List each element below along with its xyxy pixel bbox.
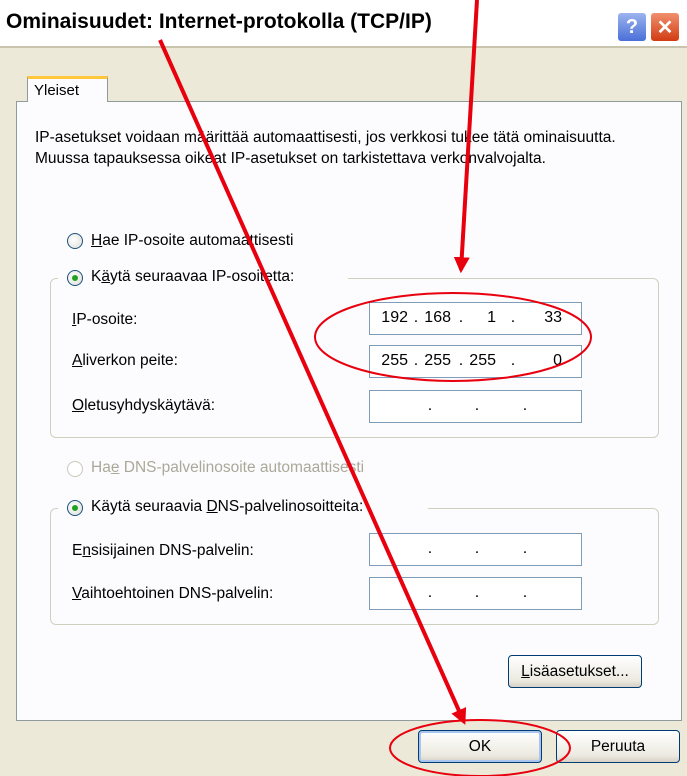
radio-dns-auto[interactable]	[67, 461, 83, 477]
dot-separator: .	[510, 309, 516, 326]
alternate-dns-input[interactable]: . . .	[369, 577, 582, 610]
label-text: ytä seuraavaa IP-osoitetta:	[109, 268, 295, 285]
default-gateway-label: Oletusyhdyskäytävä:	[72, 397, 215, 415]
octet[interactable]: 255	[466, 352, 496, 370]
label-text: E	[72, 542, 83, 559]
ok-button[interactable]: OK	[418, 730, 542, 763]
octet[interactable]: 33	[532, 309, 562, 327]
alternate-dns-label: Vaihtoehtoinen DNS-palvelin:	[72, 585, 273, 603]
accel-key: H	[91, 232, 103, 249]
dot-separator: .	[474, 584, 480, 601]
accel-key: ä	[101, 268, 110, 285]
dot-separator: .	[474, 540, 480, 557]
dot-separator: .	[510, 352, 516, 369]
radio-ip-auto[interactable]	[67, 233, 83, 249]
octet[interactable]: 168	[421, 309, 451, 327]
tab-general-label: Yleiset	[34, 82, 80, 99]
preferred-dns-label: Ensisijainen DNS-palvelin:	[72, 542, 254, 560]
advanced-button[interactable]: Lisäasetukset...	[508, 655, 642, 688]
label-text: aihtoehtoinen DNS-palvelin:	[81, 585, 274, 602]
accel-key: A	[72, 352, 83, 369]
accel-key: O	[72, 397, 85, 414]
dot-separator: .	[522, 540, 528, 557]
radio-dns-auto-label: Hae DNS-palvelinosoite automaattisesti	[91, 459, 364, 477]
label-text: letusyhdyskäytävä:	[84, 397, 216, 414]
description-text: IP-asetukset voidaan määrittää automaatt…	[35, 129, 616, 167]
radio-dns-manual-label[interactable]: Käytä seuraavia DNS-palvelinosoitteita:	[91, 498, 363, 516]
tcpip-properties-dialog: Ominaisuudet: Internet-protokolla (TCP/I…	[0, 0, 687, 776]
help-button[interactable]: ?	[617, 12, 647, 42]
button-label: Peruuta	[590, 737, 646, 755]
dot-separator: .	[413, 352, 419, 369]
label-text: P-osoite:	[76, 311, 138, 328]
dot-separator: .	[427, 397, 433, 414]
window-title: Ominaisuudet: Internet-protokolla (TCP/I…	[6, 10, 432, 33]
radio-ip-auto-label[interactable]: Hae IP-osoite automaattisesti	[91, 232, 293, 250]
label-text: liverkon peite:	[82, 352, 178, 369]
accel-key: n	[82, 542, 91, 559]
accel-key: D	[206, 498, 218, 515]
close-icon: ✕	[656, 16, 674, 39]
label-text: NS-palvelinosoitteita:	[217, 498, 364, 515]
dot-separator: .	[522, 584, 528, 601]
octet[interactable]: 255	[378, 352, 408, 370]
subnet-mask-label: Aliverkon peite:	[72, 352, 178, 370]
dot-separator: .	[458, 352, 464, 369]
dot-separator: .	[427, 584, 433, 601]
octet[interactable]: 0	[532, 352, 562, 370]
default-gateway-input[interactable]: . . .	[369, 390, 582, 423]
label-text: Käytä seuraavia	[91, 498, 207, 515]
ip-address-input[interactable]: 192 . 168 . 1 . 33	[369, 302, 582, 335]
accel-key: L	[521, 662, 530, 680]
button-label: OK	[468, 737, 492, 755]
octet[interactable]: 255	[421, 352, 451, 370]
ip-address-label: IP-osoite:	[72, 311, 137, 329]
radio-dns-manual[interactable]	[67, 500, 83, 516]
label-text: K	[91, 268, 102, 285]
radio-ip-manual-label[interactable]: Käytä seuraavaa IP-osoitetta:	[91, 268, 294, 286]
dot-separator: .	[427, 540, 433, 557]
label-text: Ha	[91, 459, 111, 476]
preferred-dns-input[interactable]: . . .	[369, 533, 582, 566]
dot-separator: .	[474, 397, 480, 414]
label-text: sisijainen DNS-palvelin:	[90, 542, 254, 559]
dot-separator: .	[413, 309, 419, 326]
subnet-mask-input[interactable]: 255 . 255 . 255 . 0	[369, 345, 582, 378]
question-mark-icon: ?	[625, 15, 639, 38]
cancel-button[interactable]: Peruuta	[556, 730, 680, 763]
octet[interactable]: 192	[378, 309, 408, 327]
octet[interactable]: 1	[466, 309, 496, 327]
dot-separator: .	[522, 397, 528, 414]
label-text: ae IP-osoite automaattisesti	[102, 232, 294, 249]
button-label: isäasetukset...	[529, 662, 629, 680]
close-button[interactable]: ✕	[650, 12, 680, 42]
accel-key: V	[72, 585, 82, 602]
label-text: DNS-palvelinosoite automaattisesti	[119, 459, 365, 476]
radio-ip-manual[interactable]	[67, 270, 83, 286]
dot-separator: .	[458, 309, 464, 326]
title-bar[interactable]: Ominaisuudet: Internet-protokolla (TCP/I…	[0, 0, 687, 48]
tab-general[interactable]: Yleiset	[27, 76, 108, 102]
